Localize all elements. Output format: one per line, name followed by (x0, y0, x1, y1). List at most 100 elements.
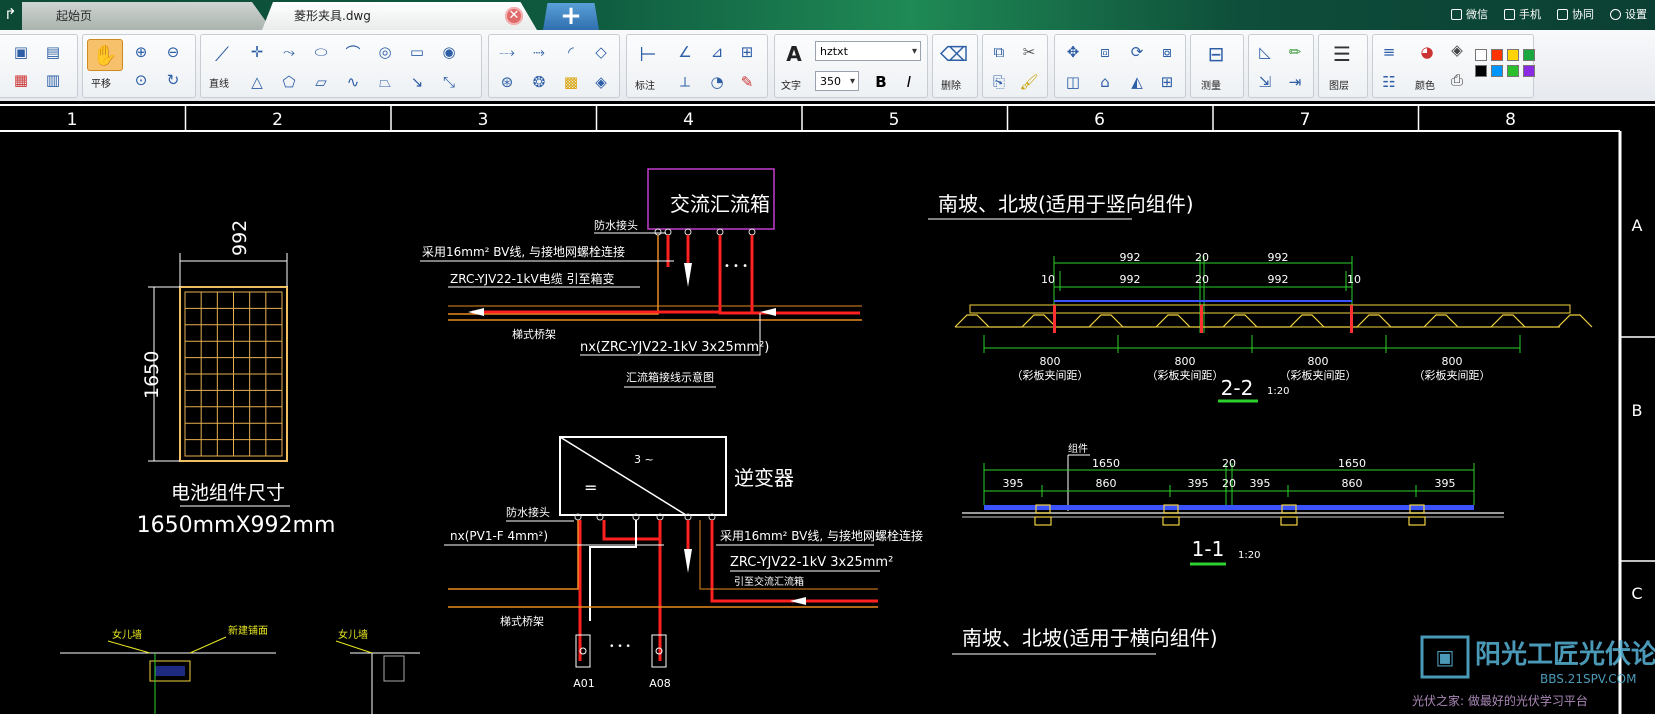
panel-size-title: 电池组件尺寸 (171, 482, 285, 504)
italic-button[interactable]: I (895, 69, 923, 95)
mirror-icon[interactable]: ◭ (1123, 69, 1151, 95)
color-swatch[interactable] (1523, 65, 1535, 77)
line-weight-icon[interactable]: ≡ (1375, 39, 1403, 65)
parallelogram-icon[interactable]: ▱ (307, 69, 335, 95)
trapezoid-icon[interactable]: ⏢ (371, 69, 399, 95)
export-icon[interactable]: ⇥ (1281, 69, 1309, 95)
scale-icon[interactable]: ⧈ (1091, 39, 1119, 65)
arc-icon[interactable]: ⌒ (339, 39, 367, 65)
text-tool-icon[interactable]: A (777, 39, 811, 69)
waterproof-joint-2: 防水接头 (506, 505, 550, 519)
collaborate-button[interactable]: 协同 (1557, 6, 1594, 22)
offset-icon[interactable]: ⊛ (493, 69, 521, 95)
dimension-icon[interactable]: ⊢ (631, 39, 665, 69)
polyline-icon[interactable]: ⤳ (275, 39, 303, 65)
ruler-col-label: 3 (478, 110, 489, 130)
close-tab-icon[interactable]: ✕ (505, 7, 523, 25)
pen-icon[interactable]: ✏ (1281, 39, 1309, 65)
block-icon[interactable]: ◫ (1059, 69, 1087, 95)
aligned-dim-icon[interactable]: ⊿ (703, 39, 731, 65)
rectangle-icon[interactable]: ▭ (403, 39, 431, 65)
pan-hand-icon[interactable]: ✋ (87, 39, 123, 71)
hatch-icon[interactable]: ▩ (557, 69, 585, 95)
export-image-icon[interactable]: ▥ (39, 67, 67, 93)
color-swatch[interactable] (1507, 65, 1519, 77)
cut-icon[interactable]: ✂ (1015, 39, 1043, 65)
chamfer-icon[interactable]: ◇ (587, 39, 615, 65)
measure-label: 测量 (1201, 81, 1221, 92)
color-swatch[interactable] (1491, 49, 1503, 61)
baseline-dim-icon[interactable]: ⊞ (733, 39, 761, 65)
circle-icon[interactable]: ◎ (371, 39, 399, 65)
measure-icon[interactable]: ⊟ (1199, 39, 1233, 69)
radius-dim-icon[interactable]: ◔ (703, 69, 731, 95)
trim-icon[interactable]: ⤏ (493, 39, 521, 65)
tab-start-page[interactable]: 起始页 (22, 2, 272, 30)
panel-size-value: 1650mmX992mm (137, 513, 336, 538)
ruler-col-label: 8 (1505, 110, 1516, 130)
move-icon[interactable]: ✥ (1059, 39, 1087, 65)
dim-800-d: 800 (1442, 355, 1463, 368)
new-tab-button[interactable]: + (543, 3, 599, 30)
angle-dim-icon[interactable]: ∠ (671, 39, 699, 65)
color-swatch[interactable] (1475, 49, 1487, 61)
match-prop-icon[interactable]: 🖌 (1015, 69, 1043, 95)
continue-dim-icon[interactable]: ⟂ (671, 69, 699, 95)
eye-icon[interactable]: ◉ (435, 39, 463, 65)
eraser-icon[interactable]: ⌫ (937, 39, 971, 69)
fillet-icon[interactable]: ◜ (557, 39, 585, 65)
save-icon[interactable]: ▣ (7, 39, 35, 65)
fill-icon[interactable]: ◈ (587, 69, 615, 95)
stretch-icon[interactable]: ⌂ (1091, 69, 1119, 95)
font-select[interactable]: hztxt ▾ (815, 41, 921, 61)
triangle-icon[interactable]: △ (243, 69, 271, 95)
extend-icon[interactable]: ⤑ (525, 39, 553, 65)
rotate-icon[interactable]: ❂ (525, 69, 553, 95)
cable-note-2: ZRC-YJV22-1kV 3x25mm² (730, 555, 893, 570)
zoom-window-icon[interactable]: ⊙ (127, 67, 155, 93)
ray-icon[interactable]: ↘ (403, 69, 431, 95)
terminal-a08: A08 (649, 677, 671, 690)
export-pdf-icon[interactable]: ▦ (7, 67, 35, 93)
color-swatch[interactable] (1523, 49, 1535, 61)
array-icon[interactable]: ⧇ (1153, 39, 1181, 65)
zoom-in-icon[interactable]: ⊕ (127, 39, 155, 65)
ruler-col-label: 6 (1094, 110, 1105, 130)
ellipse-icon[interactable]: ⬭ (307, 39, 335, 65)
zoom-out-icon[interactable]: ⊖ (159, 39, 187, 65)
zoom-refresh-icon[interactable]: ↻ (159, 67, 187, 93)
tab-drawing-file[interactable]: 菱形夹具.dwg (262, 2, 537, 30)
line-tool-icon[interactable]: ⟋ (205, 39, 239, 69)
color-swatch[interactable] (1475, 65, 1487, 77)
inverter-ac-symbol: 3 ~ (634, 453, 654, 466)
polygon-icon[interactable]: ⬠ (275, 69, 303, 95)
area-icon[interactable]: ◺ (1251, 39, 1279, 65)
xline-icon[interactable]: ⤡ (435, 69, 463, 95)
color-wheel-icon[interactable]: ◕ (1413, 39, 1441, 65)
layers-icon[interactable]: ☰ (1325, 39, 1359, 69)
back-arrow-icon[interactable]: ↱ (4, 5, 17, 23)
color-swatch[interactable] (1491, 65, 1503, 77)
wechat-button[interactable]: 微信 (1451, 6, 1488, 22)
crosshair-icon[interactable]: ✛ (243, 39, 271, 65)
line-type-icon[interactable]: ☷ (1375, 69, 1403, 95)
text-size-select[interactable]: 350 ▾ (815, 71, 859, 91)
bold-button[interactable]: B (867, 69, 895, 95)
ground-wire-note-2: 采用16mm² BV线, 与接地网螺栓连接 (720, 528, 923, 543)
print-icon[interactable]: ⎙ (1443, 67, 1471, 93)
color-swatch[interactable] (1507, 49, 1519, 61)
leader-icon[interactable]: ✎ (733, 69, 761, 95)
mobile-button[interactable]: 手机 (1504, 6, 1541, 22)
save-as-icon[interactable]: ▤ (39, 39, 67, 65)
settings-button[interactable]: 设置 (1610, 6, 1647, 22)
paste-icon[interactable]: ⎘ (985, 69, 1013, 95)
import-icon[interactable]: ⇲ (1251, 69, 1279, 95)
grid-icon[interactable]: ⊞ (1153, 69, 1181, 95)
eraser-small-icon[interactable]: ◈ (1443, 37, 1471, 63)
dim-992-a: 992 (1120, 251, 1141, 264)
ruler-col-label: 4 (683, 110, 694, 130)
drawing-canvas[interactable]: 1 2 3 4 5 6 7 8 A B C 992 1650 电池组件尺寸 1650mmX99… (0, 101, 1655, 714)
rotate-object-icon[interactable]: ⟳ (1123, 39, 1151, 65)
spline-icon[interactable]: ∿ (339, 69, 367, 95)
copy-icon[interactable]: ⧉ (985, 39, 1013, 65)
